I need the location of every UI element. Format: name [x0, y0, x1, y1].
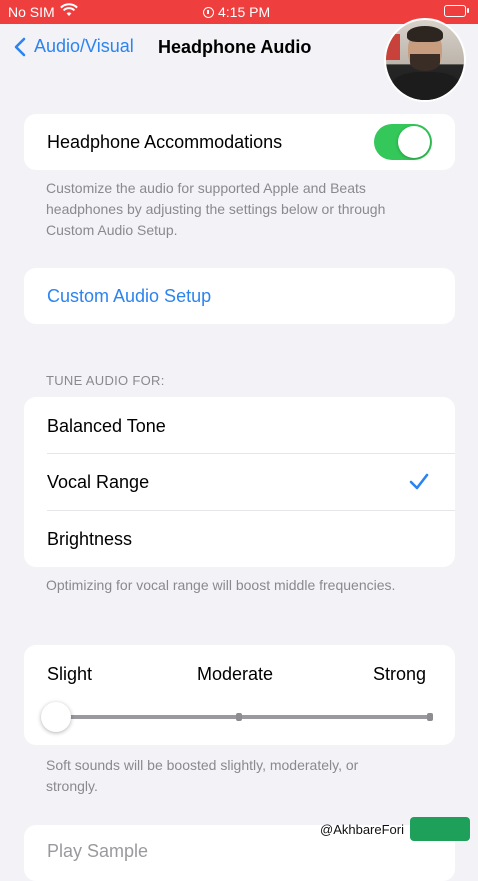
custom-audio-card[interactable]: Custom Audio Setup: [24, 268, 455, 324]
option-brightness[interactable]: Brightness: [24, 511, 455, 567]
option-label: Vocal Range: [47, 472, 150, 492]
option-vocal-range[interactable]: Vocal Range: [24, 454, 455, 510]
checkmark-icon: [409, 473, 429, 490]
status-time: 4:15 PM: [203, 4, 270, 20]
chevron-left-icon: [14, 37, 26, 56]
tune-audio-footer: Optimizing for vocal range will boost mi…: [46, 577, 396, 593]
boost-card: Slight Moderate Strong: [24, 645, 455, 745]
watermark: @AkhbareFori: [320, 817, 471, 841]
back-button[interactable]: Audio/Visual: [14, 36, 134, 57]
watermark-handle: @AkhbareFori: [320, 821, 405, 837]
boost-label-strong: Strong: [373, 664, 427, 684]
carrier-label: No SIM: [8, 4, 55, 20]
toggle-knob: [398, 126, 430, 158]
boost-slider-track[interactable]: [54, 715, 432, 719]
video-overlay-avatar: [384, 18, 466, 102]
tune-audio-card: Balanced Tone Vocal Range Brightness: [24, 397, 455, 567]
status-bar: No SIM 4:15 PM: [0, 0, 478, 24]
alarm-icon: [203, 6, 214, 18]
custom-audio-setup-link[interactable]: Custom Audio Setup: [47, 286, 211, 307]
time-label: 4:15 PM: [218, 4, 271, 20]
accommodations-card: Headphone Accommodations: [24, 114, 455, 170]
option-balanced-tone[interactable]: Balanced Tone: [24, 397, 455, 453]
back-label: Audio/Visual: [34, 36, 134, 56]
option-label: Brightness: [47, 529, 133, 549]
slider-tick: [236, 713, 242, 721]
battery-icon: [444, 5, 469, 17]
channel-logo-icon: [410, 817, 471, 841]
wifi-icon: [60, 3, 78, 20]
tune-audio-header: TUNE AUDIO FOR:: [46, 373, 165, 388]
accommodations-footer: Customize the audio for supported Apple …: [46, 180, 386, 238]
accommodations-toggle[interactable]: [374, 124, 432, 160]
option-label: Balanced Tone: [47, 416, 166, 436]
boost-slider-thumb[interactable]: [41, 702, 71, 732]
boost-label-moderate: Moderate: [197, 664, 274, 684]
slider-tick: [427, 713, 433, 721]
page-title: Headphone Audio: [158, 37, 312, 57]
boost-label-slight: Slight: [47, 664, 93, 684]
accommodations-label: Headphone Accommodations: [47, 132, 283, 152]
play-sample-label[interactable]: Play Sample: [47, 841, 148, 862]
boost-footer: Soft sounds will be boosted slightly, mo…: [46, 757, 359, 794]
